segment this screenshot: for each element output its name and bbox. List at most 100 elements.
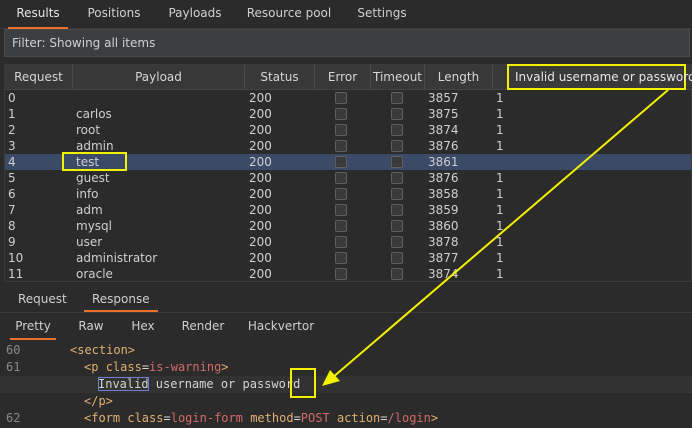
cell-request: 8 [8, 219, 16, 233]
filter-text: Filter: Showing all items [12, 36, 156, 50]
table-row[interactable]: 5 guest 200 3876 1 [5, 170, 691, 186]
column-request[interactable]: Request [5, 65, 73, 89]
cell-status: 200 [249, 91, 272, 105]
timeout-checkbox [391, 156, 403, 168]
payload-highlight-box [62, 152, 127, 171]
timeout-checkbox [391, 188, 403, 200]
timeout-checkbox [391, 220, 403, 232]
table-row[interactable]: 7 adm 200 3859 1 [5, 202, 691, 218]
error-checkbox [335, 220, 347, 232]
cell-payload: root [76, 123, 101, 137]
table-row[interactable]: 2 root 200 3874 1 [5, 122, 691, 138]
error-checkbox [335, 268, 347, 280]
tab-settings[interactable]: Settings [354, 0, 410, 27]
table-row[interactable]: 1 carlos 200 3875 1 [5, 106, 691, 122]
cell-request: 4 [8, 155, 16, 169]
tab-pretty[interactable]: Pretty [10, 314, 56, 340]
cell-length: 3875 [428, 107, 459, 121]
grep-column-callout: Invalid username or password. [507, 64, 692, 90]
error-checkbox [335, 236, 347, 248]
cell-length: 3859 [428, 203, 459, 217]
tab-positions[interactable]: Positions [86, 0, 142, 27]
tab-results[interactable]: Results [8, 0, 68, 29]
cell-status: 200 [249, 123, 272, 137]
tab-hex[interactable]: Hex [124, 314, 162, 338]
timeout-checkbox [391, 252, 403, 264]
error-checkbox [335, 252, 347, 264]
table-row[interactable]: 9 user 200 3878 1 [5, 234, 691, 250]
cell-status: 200 [249, 267, 272, 281]
cell-grep-match: 1 [496, 171, 504, 185]
cell-request: 6 [8, 187, 16, 201]
code-line: 61 <p class=is-warning> [0, 359, 692, 376]
line-number: 60 [6, 343, 21, 357]
tab-response[interactable]: Response [84, 288, 158, 312]
line-number: 61 [6, 360, 21, 374]
warning-text: Invalid username or password [98, 376, 300, 393]
cell-grep-match: 1 [496, 107, 504, 121]
column-length[interactable]: Length [425, 65, 493, 89]
cell-length: 3861 [428, 155, 459, 169]
code-text: <section> [70, 343, 136, 357]
cell-grep-match: 1 [496, 219, 504, 233]
cell-request: 11 [8, 267, 24, 281]
filter-bar[interactable]: Filter: Showing all items [4, 29, 690, 57]
table-row[interactable]: 0 200 3857 1 [5, 90, 691, 106]
table-row[interactable]: 6 info 200 3858 1 [5, 186, 691, 202]
cell-request: 10 [8, 251, 24, 265]
error-checkbox [335, 124, 347, 136]
table-row[interactable]: 8 mysql 200 3860 1 [5, 218, 691, 234]
table-row[interactable]: 11 oracle 200 3874 1 [5, 266, 691, 281]
code-text: <form class=login-form method=POST actio… [84, 411, 439, 425]
cell-grep-match: 1 [496, 187, 504, 201]
timeout-checkbox [391, 124, 403, 136]
cell-length: 3876 [428, 139, 459, 153]
error-checkbox [335, 108, 347, 120]
results-table: Request Payload Status Error Timeout Len… [4, 64, 692, 282]
tab-request[interactable]: Request [18, 288, 67, 310]
timeout-checkbox [391, 204, 403, 216]
tab-hackvertor[interactable]: Hackvertor [244, 314, 318, 338]
timeout-checkbox [391, 172, 403, 184]
cell-grep-match: 1 [496, 91, 504, 105]
cell-payload: user [76, 235, 103, 249]
cell-grep-match: 1 [496, 123, 504, 137]
column-error[interactable]: Error [315, 65, 371, 89]
cell-length: 3876 [428, 171, 459, 185]
cell-status: 200 [249, 219, 272, 233]
tab-payloads[interactable]: Payloads [166, 0, 224, 27]
code-line: 62 <form class=login-form method=POST ac… [0, 410, 692, 427]
table-row[interactable]: 10 administrator 200 3877 1 [5, 250, 691, 266]
cell-length: 3878 [428, 235, 459, 249]
tab-render[interactable]: Render [176, 314, 230, 338]
cell-grep-match: 1 [496, 251, 504, 265]
cell-status: 200 [249, 203, 272, 217]
code-text: <p class=is-warning> [84, 360, 229, 374]
error-checkbox [335, 156, 347, 168]
cell-length: 3874 [428, 123, 459, 137]
cell-payload: administrator [76, 251, 158, 265]
cell-length: 3857 [428, 91, 459, 105]
tab-raw[interactable]: Raw [72, 314, 110, 338]
tab-resource-pool[interactable]: Resource pool [246, 0, 332, 27]
missing-period-highlight-box [290, 368, 316, 398]
cell-status: 200 [249, 187, 272, 201]
warning-rest: username or password [148, 377, 301, 391]
error-checkbox [335, 92, 347, 104]
cell-payload: mysql [76, 219, 112, 233]
cell-grep-match: 1 [496, 139, 504, 153]
cell-request: 0 [8, 91, 16, 105]
cell-length: 3874 [428, 267, 459, 281]
cell-request: 3 [8, 139, 16, 153]
response-editor[interactable]: 60 <section> 61 <p class=is-warning> Inv… [0, 340, 692, 428]
cell-grep-match: 1 [496, 235, 504, 249]
code-line: 60 <section> [0, 342, 692, 359]
grep-column-label: Invalid username or password. [515, 70, 692, 84]
column-timeout[interactable]: Timeout [371, 65, 425, 89]
cell-grep-match: 1 [496, 267, 504, 281]
cell-status: 200 [249, 139, 272, 153]
column-status[interactable]: Status [245, 65, 315, 89]
line-number: 62 [6, 411, 21, 425]
column-payload[interactable]: Payload [73, 65, 245, 89]
cell-status: 200 [249, 107, 272, 121]
